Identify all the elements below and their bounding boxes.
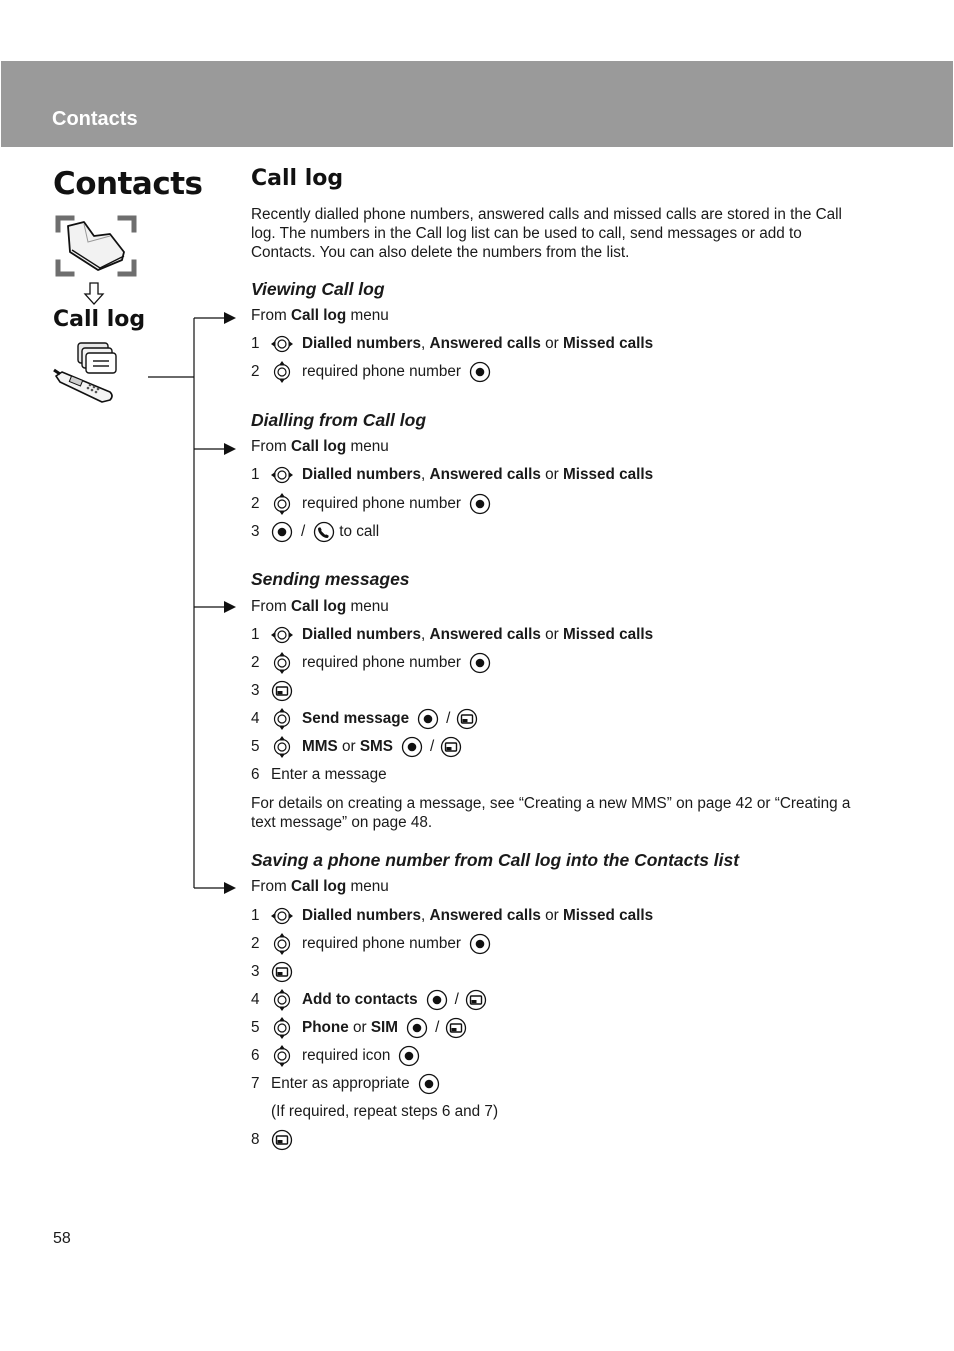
step: 3 xyxy=(251,960,302,984)
select-key-icon xyxy=(398,1045,420,1067)
left-right-key-icon xyxy=(271,464,293,486)
chapter-title: Contacts xyxy=(52,108,138,130)
down-arrow-icon xyxy=(83,282,105,305)
up-down-key-icon xyxy=(271,1045,293,1067)
step: 1 Dialled numbers, Answered calls or Mis… xyxy=(251,904,653,928)
arrow-saving xyxy=(194,882,236,894)
select-key-icon xyxy=(469,361,491,383)
arrow-sending xyxy=(194,601,236,613)
step: 4 Add to contacts / xyxy=(251,988,487,1012)
repeat-steps-note: (If required, repeat steps 6 and 7) xyxy=(271,1103,499,1120)
up-down-key-icon xyxy=(271,652,293,674)
chapter-header-band xyxy=(1,61,953,147)
up-down-key-icon xyxy=(271,933,293,955)
soft-key-icon xyxy=(271,1129,293,1151)
from-menu-line: From Call log menu xyxy=(251,878,389,895)
heading-sending-messages: Sending messages xyxy=(251,569,410,589)
select-key-icon xyxy=(406,1017,428,1039)
select-key-icon xyxy=(426,989,448,1011)
select-key-icon xyxy=(469,652,491,674)
up-down-key-icon xyxy=(271,989,293,1011)
left-right-key-icon xyxy=(271,905,293,927)
soft-key-icon xyxy=(271,680,293,702)
soft-key-icon xyxy=(465,989,487,1011)
contacts-book-icon xyxy=(55,215,137,277)
step: 1 Dialled numbers, Answered calls or Mis… xyxy=(251,332,653,356)
soft-key-icon xyxy=(440,736,462,758)
step: 2 required phone number xyxy=(251,651,496,675)
up-down-key-icon xyxy=(271,736,293,758)
step: 2 required phone number xyxy=(251,932,496,956)
up-down-key-icon xyxy=(271,708,293,730)
soft-key-icon xyxy=(456,708,478,730)
step: 2 required phone number xyxy=(251,360,496,384)
step: 1 Dialled numbers, Answered calls or Mis… xyxy=(251,463,653,487)
call-key-icon xyxy=(313,521,335,543)
step: 1 Dialled numbers, Answered calls or Mis… xyxy=(251,623,653,647)
heading-dialling-from-call-log: Dialling from Call log xyxy=(251,410,427,430)
step: 3 xyxy=(251,679,302,703)
step: 4 Send message / xyxy=(251,707,478,731)
from-menu-line: From Call log menu xyxy=(251,438,389,455)
select-key-icon xyxy=(469,493,491,515)
left-right-key-icon xyxy=(271,624,293,646)
from-menu-line: From Call log menu xyxy=(251,598,389,615)
select-key-icon xyxy=(469,933,491,955)
from-menu-line: From Call log menu xyxy=(251,307,389,324)
intro-paragraph: Recently dialled phone numbers, answered… xyxy=(251,206,842,261)
step: 3 / to call xyxy=(251,520,379,544)
arrow-viewing xyxy=(194,312,236,324)
heading-saving-to-contacts: Saving a phone number from Call log into… xyxy=(251,850,740,870)
message-details-note: For details on creating a message, see “… xyxy=(251,795,851,831)
sidebar-title: Contacts xyxy=(53,166,203,202)
up-down-key-icon xyxy=(271,1017,293,1039)
step: 6 Enter a message xyxy=(251,766,387,783)
left-right-key-icon xyxy=(271,333,293,355)
select-key-icon xyxy=(418,1073,440,1095)
section-title: Call log xyxy=(251,166,344,191)
heading-viewing-call-log: Viewing Call log xyxy=(251,279,385,299)
up-down-key-icon xyxy=(271,361,293,383)
select-key-icon xyxy=(401,736,423,758)
soft-key-icon xyxy=(271,961,293,983)
soft-key-icon xyxy=(445,1017,467,1039)
arrow-dialling xyxy=(194,443,236,455)
sidebar-subtitle: Call log xyxy=(53,307,146,332)
step: 5 Phone or SIM / xyxy=(251,1016,467,1040)
select-key-icon xyxy=(271,521,293,543)
step: 7 Enter as appropriate xyxy=(251,1072,445,1096)
step: 8 xyxy=(251,1128,302,1152)
flow-connector xyxy=(148,312,236,894)
step: 6 required icon xyxy=(251,1044,425,1068)
call-log-phone-icon xyxy=(53,342,117,403)
page-number: 58 xyxy=(53,1230,71,1247)
step: 2 required phone number xyxy=(251,492,496,516)
select-key-icon xyxy=(417,708,439,730)
step: 5 MMS or SMS / xyxy=(251,735,462,759)
up-down-key-icon xyxy=(271,493,293,515)
